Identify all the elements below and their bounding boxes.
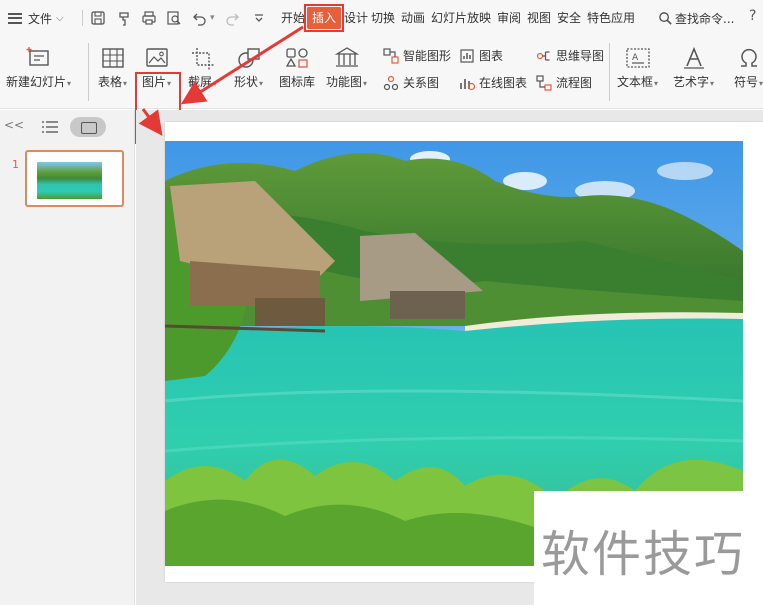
dropdown-icon: ▾ <box>654 79 659 88</box>
icon-library-button[interactable]: 图标库 <box>279 45 315 89</box>
tab-home[interactable]: 开始 <box>281 11 305 25</box>
chart-icon <box>460 48 474 63</box>
wordart-icon <box>683 46 704 69</box>
dropdown-icon: ▾ <box>710 79 715 88</box>
search-icon <box>659 12 672 25</box>
shape-label: 形状 <box>234 75 259 89</box>
save-icon[interactable] <box>90 10 106 26</box>
textbox-icon: A <box>625 48 650 68</box>
thumbnail-view-toggle[interactable] <box>70 117 106 137</box>
dropdown-icon: ▾ <box>67 79 72 88</box>
command-search[interactable]: 查找命令... <box>658 10 734 27</box>
icon-library-label: 图标库 <box>279 75 316 89</box>
tab-view[interactable]: 视图 <box>527 11 551 25</box>
flowchart-button[interactable]: 流程图 <box>536 74 592 91</box>
function-chart-label: 功能图 <box>326 75 363 89</box>
print-icon[interactable] <box>141 10 157 26</box>
new-slide-label: 新建幻灯片 <box>6 75 67 89</box>
online-chart-button[interactable]: 在线图表 <box>459 74 527 91</box>
new-slide-button[interactable]: 新建幻灯片▾ <box>6 45 71 91</box>
format-painter-icon[interactable] <box>116 10 132 26</box>
file-menu[interactable]: 文件 ⌵ <box>8 9 64 27</box>
symbol-button[interactable]: 符号▾ <box>734 45 763 91</box>
dropdown-icon: ▾ <box>259 79 264 88</box>
new-slide-icon <box>26 47 49 66</box>
redo-icon[interactable] <box>224 10 240 26</box>
divider <box>609 43 610 101</box>
function-chart-button[interactable]: 功能图▾ <box>326 45 367 91</box>
flowchart-icon <box>536 74 552 91</box>
tab-transition[interactable]: 切换 <box>371 11 395 25</box>
divider <box>82 10 83 26</box>
picture-icon <box>145 48 168 67</box>
svg-text:A: A <box>632 53 639 63</box>
undo-icon[interactable] <box>192 10 208 26</box>
textbox-label: 文本框 <box>617 75 654 89</box>
table-button[interactable]: 表格▾ <box>98 45 127 91</box>
dropdown-icon: ▾ <box>213 79 218 88</box>
tab-security[interactable]: 安全 <box>557 11 581 25</box>
chart-label: 图表 <box>479 49 504 63</box>
search-label: 查找命令... <box>675 12 735 26</box>
screenshot-icon <box>191 48 214 70</box>
online-chart-icon <box>460 78 475 90</box>
omega-icon <box>740 48 757 67</box>
slide-thumbnail-panel: << 1 <box>0 110 135 605</box>
flowchart-label: 流程图 <box>556 76 593 90</box>
watermark-text: 软件技巧 <box>541 526 746 583</box>
thumbnail-image <box>37 162 102 199</box>
watermark: 软件技巧 <box>534 491 763 605</box>
help-icon[interactable]: ? <box>749 8 756 24</box>
chart-button[interactable]: 图表 <box>459 47 503 64</box>
shape-icon <box>237 48 260 68</box>
dropdown-icon: ▾ <box>363 79 368 88</box>
smart-shape-icon <box>383 47 399 64</box>
collapse-panel-icon[interactable]: << <box>4 118 24 132</box>
slide-thumbnail[interactable] <box>25 150 124 207</box>
screenshot-label: 截屏 <box>188 75 213 89</box>
dropdown-icon: ▾ <box>759 79 763 88</box>
screenshot-button[interactable]: 截屏▾ <box>188 45 217 91</box>
tab-special-apps[interactable]: 特色应用 <box>587 11 635 25</box>
menu-bar: 文件 ⌵ ▾ 开始 插入 设计 切换 动画 幻灯片放映 审阅 视图 安全 特色应… <box>0 0 763 37</box>
file-menu-label: 文件 <box>28 11 53 26</box>
tab-review[interactable]: 审阅 <box>497 11 521 25</box>
smart-shape-button[interactable]: 智能图形 <box>383 47 451 64</box>
chevron-down-icon: ⌵ <box>56 12 64 24</box>
symbol-label: 符号 <box>734 75 759 89</box>
icon-library-icon <box>285 48 308 68</box>
table-label: 表格 <box>98 75 123 89</box>
tab-design[interactable]: 设计 <box>344 11 368 25</box>
tab-insert[interactable]: 插入 <box>307 7 341 29</box>
print-preview-icon[interactable] <box>166 10 182 26</box>
textbox-button[interactable]: A 文本框▾ <box>617 45 658 91</box>
table-icon <box>101 48 124 68</box>
relation-chart-label: 关系图 <box>403 76 440 90</box>
mind-map-icon <box>536 50 550 61</box>
wordart-label: 艺术字 <box>673 75 710 89</box>
mind-map-button[interactable]: 思维导图 <box>536 47 604 64</box>
slide-number: 1 <box>12 158 19 171</box>
relation-chart-icon <box>383 75 399 90</box>
shape-button[interactable]: 形状▾ <box>234 45 263 91</box>
divider <box>88 43 89 101</box>
smart-shape-label: 智能图形 <box>403 49 452 63</box>
online-chart-label: 在线图表 <box>479 76 528 90</box>
outline-view-icon[interactable] <box>42 121 58 133</box>
tab-animation[interactable]: 动画 <box>401 11 425 25</box>
mind-map-label: 思维导图 <box>556 49 605 63</box>
ribbon-toolbar: 新建幻灯片▾ 表格▾ 图片▾ 截屏▾ 形状▾ 图标库 功能图▾ 智能图形 图表 … <box>0 37 763 144</box>
relation-chart-button[interactable]: 关系图 <box>383 74 439 91</box>
function-chart-icon <box>334 47 359 67</box>
customize-toolbar-icon[interactable] <box>251 10 267 26</box>
wordart-button[interactable]: 艺术字▾ <box>673 45 714 91</box>
dropdown-icon: ▾ <box>123 79 128 88</box>
tab-slideshow[interactable]: 幻灯片放映 <box>431 11 491 25</box>
hamburger-icon <box>8 12 22 24</box>
chevron-down-icon[interactable]: ▾ <box>210 11 215 25</box>
